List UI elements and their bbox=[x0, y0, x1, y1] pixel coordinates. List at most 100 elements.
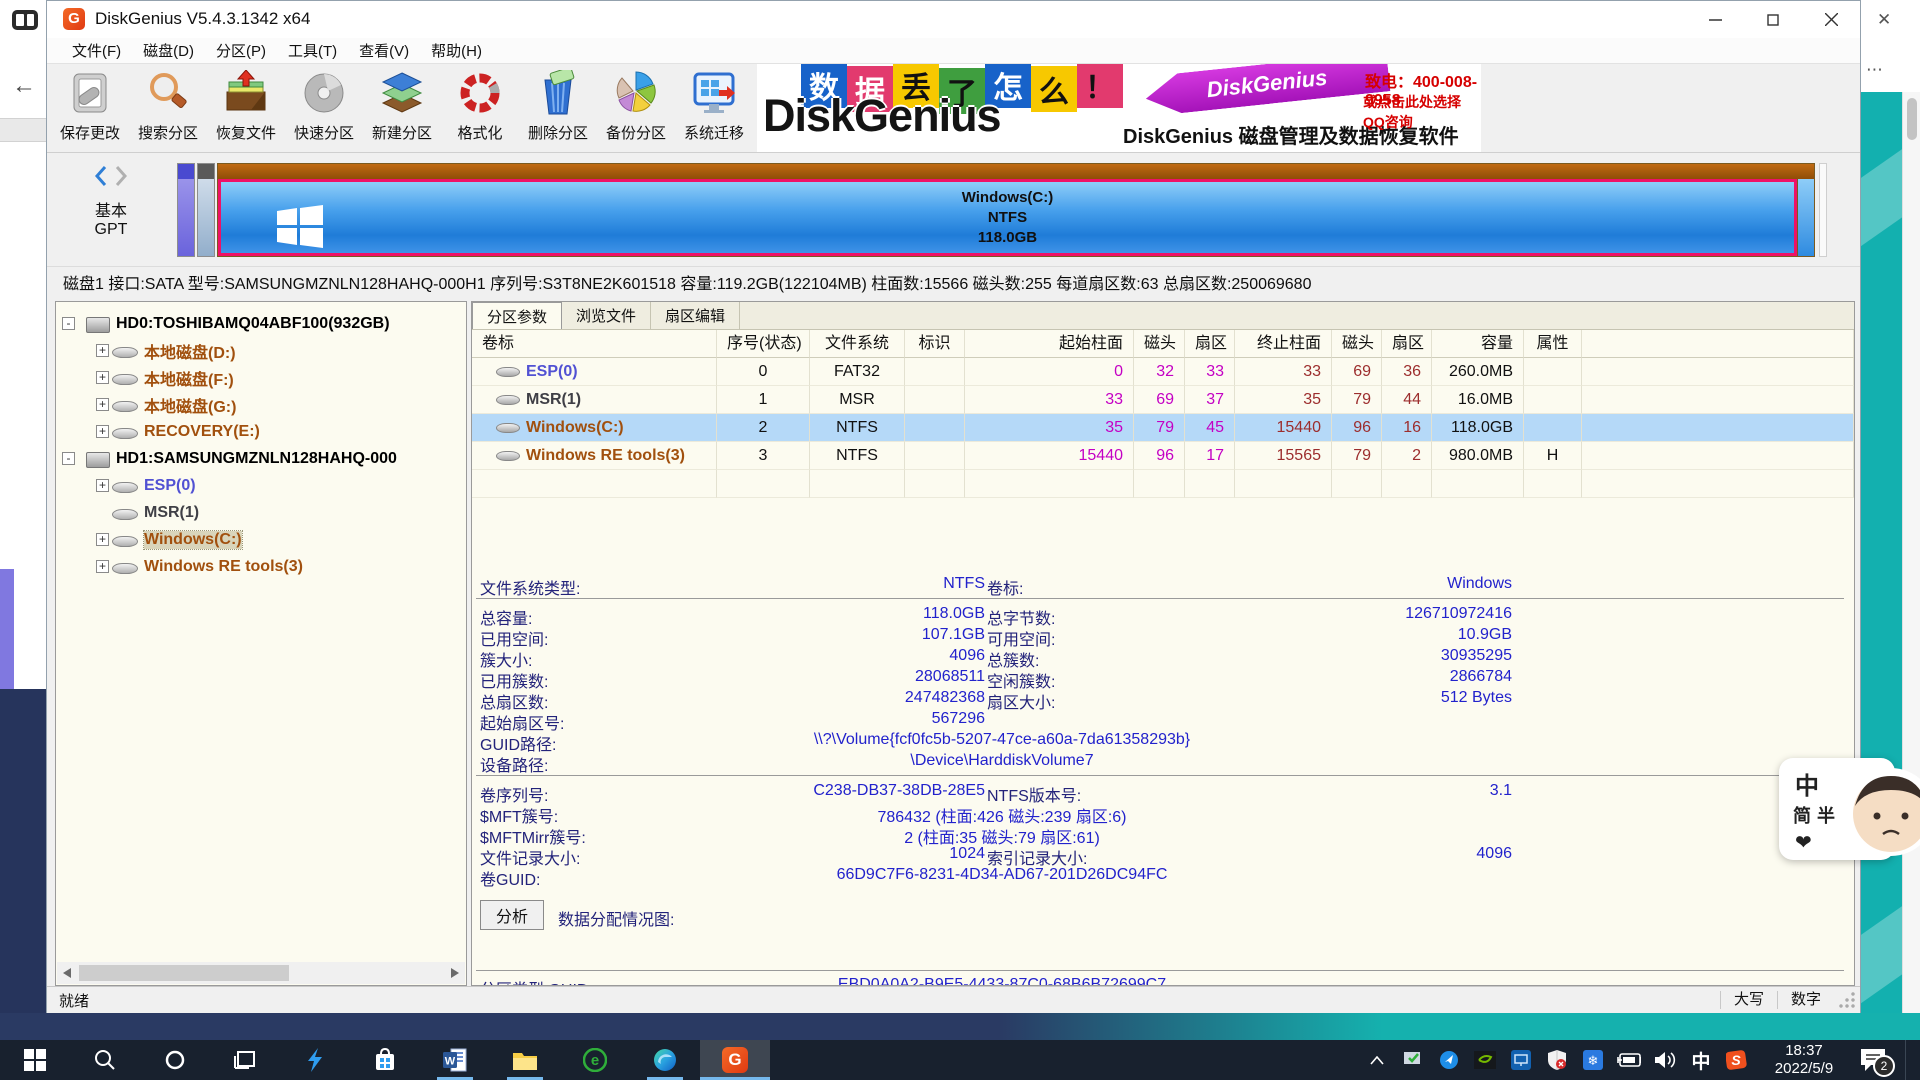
tree-item-hd0[interactable]: - HD0:TOSHIBAMQ04ABF100(932GB) bbox=[56, 310, 466, 337]
delete-partition-button[interactable]: 删除分区 bbox=[519, 64, 597, 152]
resize-grip[interactable] bbox=[1838, 991, 1856, 1009]
backup-partition-button[interactable]: 备份分区 bbox=[597, 64, 675, 152]
prev-disk-icon[interactable] bbox=[94, 165, 108, 187]
table-row-esp[interactable]: ESP(0) 0 FAT32 0 32 33 33 69 36 260.0MB bbox=[472, 358, 1854, 386]
col-attributes[interactable]: 属性 bbox=[1524, 330, 1582, 358]
col-end-sector[interactable]: 扇区 bbox=[1382, 330, 1432, 358]
tree-expander[interactable]: + bbox=[96, 479, 109, 492]
table-row-windows-re[interactable]: Windows RE tools(3) 3 NTFS 15440 96 17 1… bbox=[472, 442, 1854, 470]
cortana-button[interactable] bbox=[140, 1040, 210, 1080]
background-close-icon[interactable]: ✕ bbox=[1877, 10, 1891, 30]
taskbar-file-explorer[interactable] bbox=[490, 1040, 560, 1080]
partition-re-tools-strip[interactable] bbox=[1797, 179, 1814, 256]
system-migrate-button[interactable]: 系统迁移 bbox=[675, 64, 753, 152]
tree-item-windows-c[interactable]: + Windows(C:) bbox=[56, 526, 466, 553]
ad-banner[interactable]: 数 据 丢 了 怎 么 ！ DiskGenius DiskGenius Disk… bbox=[757, 64, 1481, 152]
close-button[interactable] bbox=[1802, 1, 1860, 38]
save-changes-button[interactable]: 保存更改 bbox=[51, 64, 129, 152]
pinned-flash-app[interactable] bbox=[280, 1040, 350, 1080]
partition-msr-strip[interactable] bbox=[197, 163, 215, 257]
menu-tools[interactable]: 工具(T) bbox=[277, 40, 348, 61]
start-button[interactable] bbox=[0, 1040, 70, 1080]
tray-intel-graphics-icon[interactable] bbox=[1509, 1048, 1533, 1072]
tab-partition-params[interactable]: 分区参数 bbox=[472, 302, 562, 329]
col-start-cylinder[interactable]: 起始柱面 bbox=[965, 330, 1134, 358]
tree-item-msr[interactable]: MSR(1) bbox=[56, 499, 466, 526]
tray-sogou-icon[interactable]: S bbox=[1725, 1048, 1749, 1072]
col-capacity[interactable]: 容量 bbox=[1432, 330, 1524, 358]
col-end-cylinder[interactable]: 终止柱面 bbox=[1235, 330, 1332, 358]
taskbar-browser-360[interactable]: e bbox=[560, 1040, 630, 1080]
tree-item-esp[interactable]: + ESP(0) bbox=[56, 472, 466, 499]
pinned-microsoft-store[interactable] bbox=[350, 1040, 420, 1080]
title-bar[interactable]: G DiskGenius V5.4.3.1342 x64 bbox=[47, 1, 1860, 38]
menu-partition[interactable]: 分区(P) bbox=[205, 40, 277, 61]
minimize-button[interactable] bbox=[1686, 1, 1744, 38]
recover-files-button[interactable]: 恢复文件 bbox=[207, 64, 285, 152]
tree-expander[interactable]: + bbox=[96, 344, 109, 357]
col-seq-status[interactable]: 序号(状态) bbox=[717, 330, 810, 358]
tray-update-check-icon[interactable] bbox=[1401, 1048, 1425, 1072]
back-arrow-icon[interactable]: ← bbox=[12, 72, 36, 100]
next-disk-icon[interactable] bbox=[114, 165, 128, 187]
table-row-msr[interactable]: MSR(1) 1 MSR 33 69 37 35 79 44 16.0MB bbox=[472, 386, 1854, 414]
taskbar-diskgenius-active[interactable]: G bbox=[700, 1040, 770, 1080]
tray-battery-icon[interactable] bbox=[1617, 1048, 1641, 1072]
tree-item-local-d[interactable]: + 本地磁盘(D:) bbox=[56, 337, 466, 364]
scrollbar-thumb[interactable] bbox=[1907, 98, 1917, 140]
heart-icon[interactable]: ❤ bbox=[1795, 830, 1812, 855]
task-view-button[interactable] bbox=[210, 1040, 280, 1080]
quick-partition-button[interactable]: 快速分区 bbox=[285, 64, 363, 152]
table-row-windows-c-selected[interactable]: Windows(C:) 2 NTFS 35 79 45 15440 96 16 … bbox=[472, 414, 1854, 442]
notification-center-button[interactable]: 2 bbox=[1859, 1047, 1889, 1073]
tree-expander[interactable]: + bbox=[96, 398, 109, 411]
format-button[interactable]: 格式化 bbox=[441, 64, 519, 152]
col-filesystem[interactable]: 文件系统 bbox=[810, 330, 905, 358]
show-desktop-button[interactable] bbox=[1905, 1040, 1912, 1080]
col-tag[interactable]: 标识 bbox=[905, 330, 965, 358]
tray-expand-chevron-icon[interactable] bbox=[1365, 1048, 1389, 1072]
col-start-head[interactable]: 磁头 bbox=[1134, 330, 1185, 358]
tray-nvidia-icon[interactable] bbox=[1473, 1048, 1497, 1072]
tree-expander[interactable]: + bbox=[96, 425, 109, 438]
taskbar-search-button[interactable] bbox=[70, 1040, 140, 1080]
menu-help[interactable]: 帮助(H) bbox=[420, 40, 493, 61]
tray-security-shield-icon[interactable] bbox=[1545, 1048, 1569, 1072]
tree-expander[interactable]: - bbox=[62, 317, 75, 330]
menu-view[interactable]: 查看(V) bbox=[348, 40, 420, 61]
tree-item-hd1[interactable]: - HD1:SAMSUNGMZNLN128HAHQ-000 bbox=[56, 445, 466, 472]
col-start-sector[interactable]: 扇区 bbox=[1185, 330, 1235, 358]
tree-item-local-f[interactable]: + 本地磁盘(F:) bbox=[56, 364, 466, 391]
tree-expander[interactable]: + bbox=[96, 371, 109, 384]
ime-halfwidth-indicator[interactable]: 半 bbox=[1817, 802, 1835, 828]
tree-item-recovery-e[interactable]: + RECOVERY(E:) bbox=[56, 418, 466, 445]
tree-expander[interactable]: - bbox=[62, 452, 75, 465]
tree-expander[interactable]: + bbox=[96, 533, 109, 546]
taskbar-word[interactable]: W bbox=[420, 1040, 490, 1080]
col-volume-label[interactable]: 卷标 bbox=[472, 330, 717, 358]
tree-item-windows-re[interactable]: + Windows RE tools(3) bbox=[56, 553, 466, 580]
new-partition-button[interactable]: 新建分区 bbox=[363, 64, 441, 152]
scrollbar-thumb[interactable] bbox=[79, 965, 289, 981]
partition-bar-scrollbar[interactable] bbox=[1819, 163, 1827, 257]
background-more-icon[interactable]: ⋯ bbox=[1866, 60, 1884, 80]
tray-blue-arrow-icon[interactable] bbox=[1437, 1048, 1461, 1072]
tree-horizontal-scrollbar[interactable] bbox=[57, 962, 465, 984]
tab-browse-files[interactable]: 浏览文件 bbox=[562, 302, 651, 329]
tree-item-local-g[interactable]: + 本地磁盘(G:) bbox=[56, 391, 466, 418]
menu-file[interactable]: 文件(F) bbox=[61, 40, 132, 61]
menu-disk[interactable]: 磁盘(D) bbox=[132, 40, 205, 61]
partition-windows-c[interactable]: Windows(C:) NTFS 118.0GB bbox=[218, 179, 1797, 256]
ime-chinese-indicator[interactable]: 中 bbox=[1795, 766, 1819, 801]
scroll-right-icon[interactable] bbox=[445, 962, 465, 984]
partition-esp-strip[interactable] bbox=[177, 163, 195, 257]
scroll-left-icon[interactable] bbox=[57, 962, 77, 984]
ime-simplified-indicator[interactable]: 简 bbox=[1793, 802, 1811, 828]
tree-expander[interactable]: + bbox=[96, 560, 109, 573]
tab-sector-edit[interactable]: 扇区编辑 bbox=[651, 302, 740, 329]
analyze-button[interactable]: 分析 bbox=[480, 900, 544, 930]
search-partition-button[interactable]: 搜索分区 bbox=[129, 64, 207, 152]
tray-ime-indicator[interactable]: 中 bbox=[1689, 1048, 1713, 1072]
tray-volume-icon[interactable] bbox=[1653, 1048, 1677, 1072]
taskbar-clock[interactable]: 18:37 2022/5/9 bbox=[1761, 1042, 1847, 1078]
